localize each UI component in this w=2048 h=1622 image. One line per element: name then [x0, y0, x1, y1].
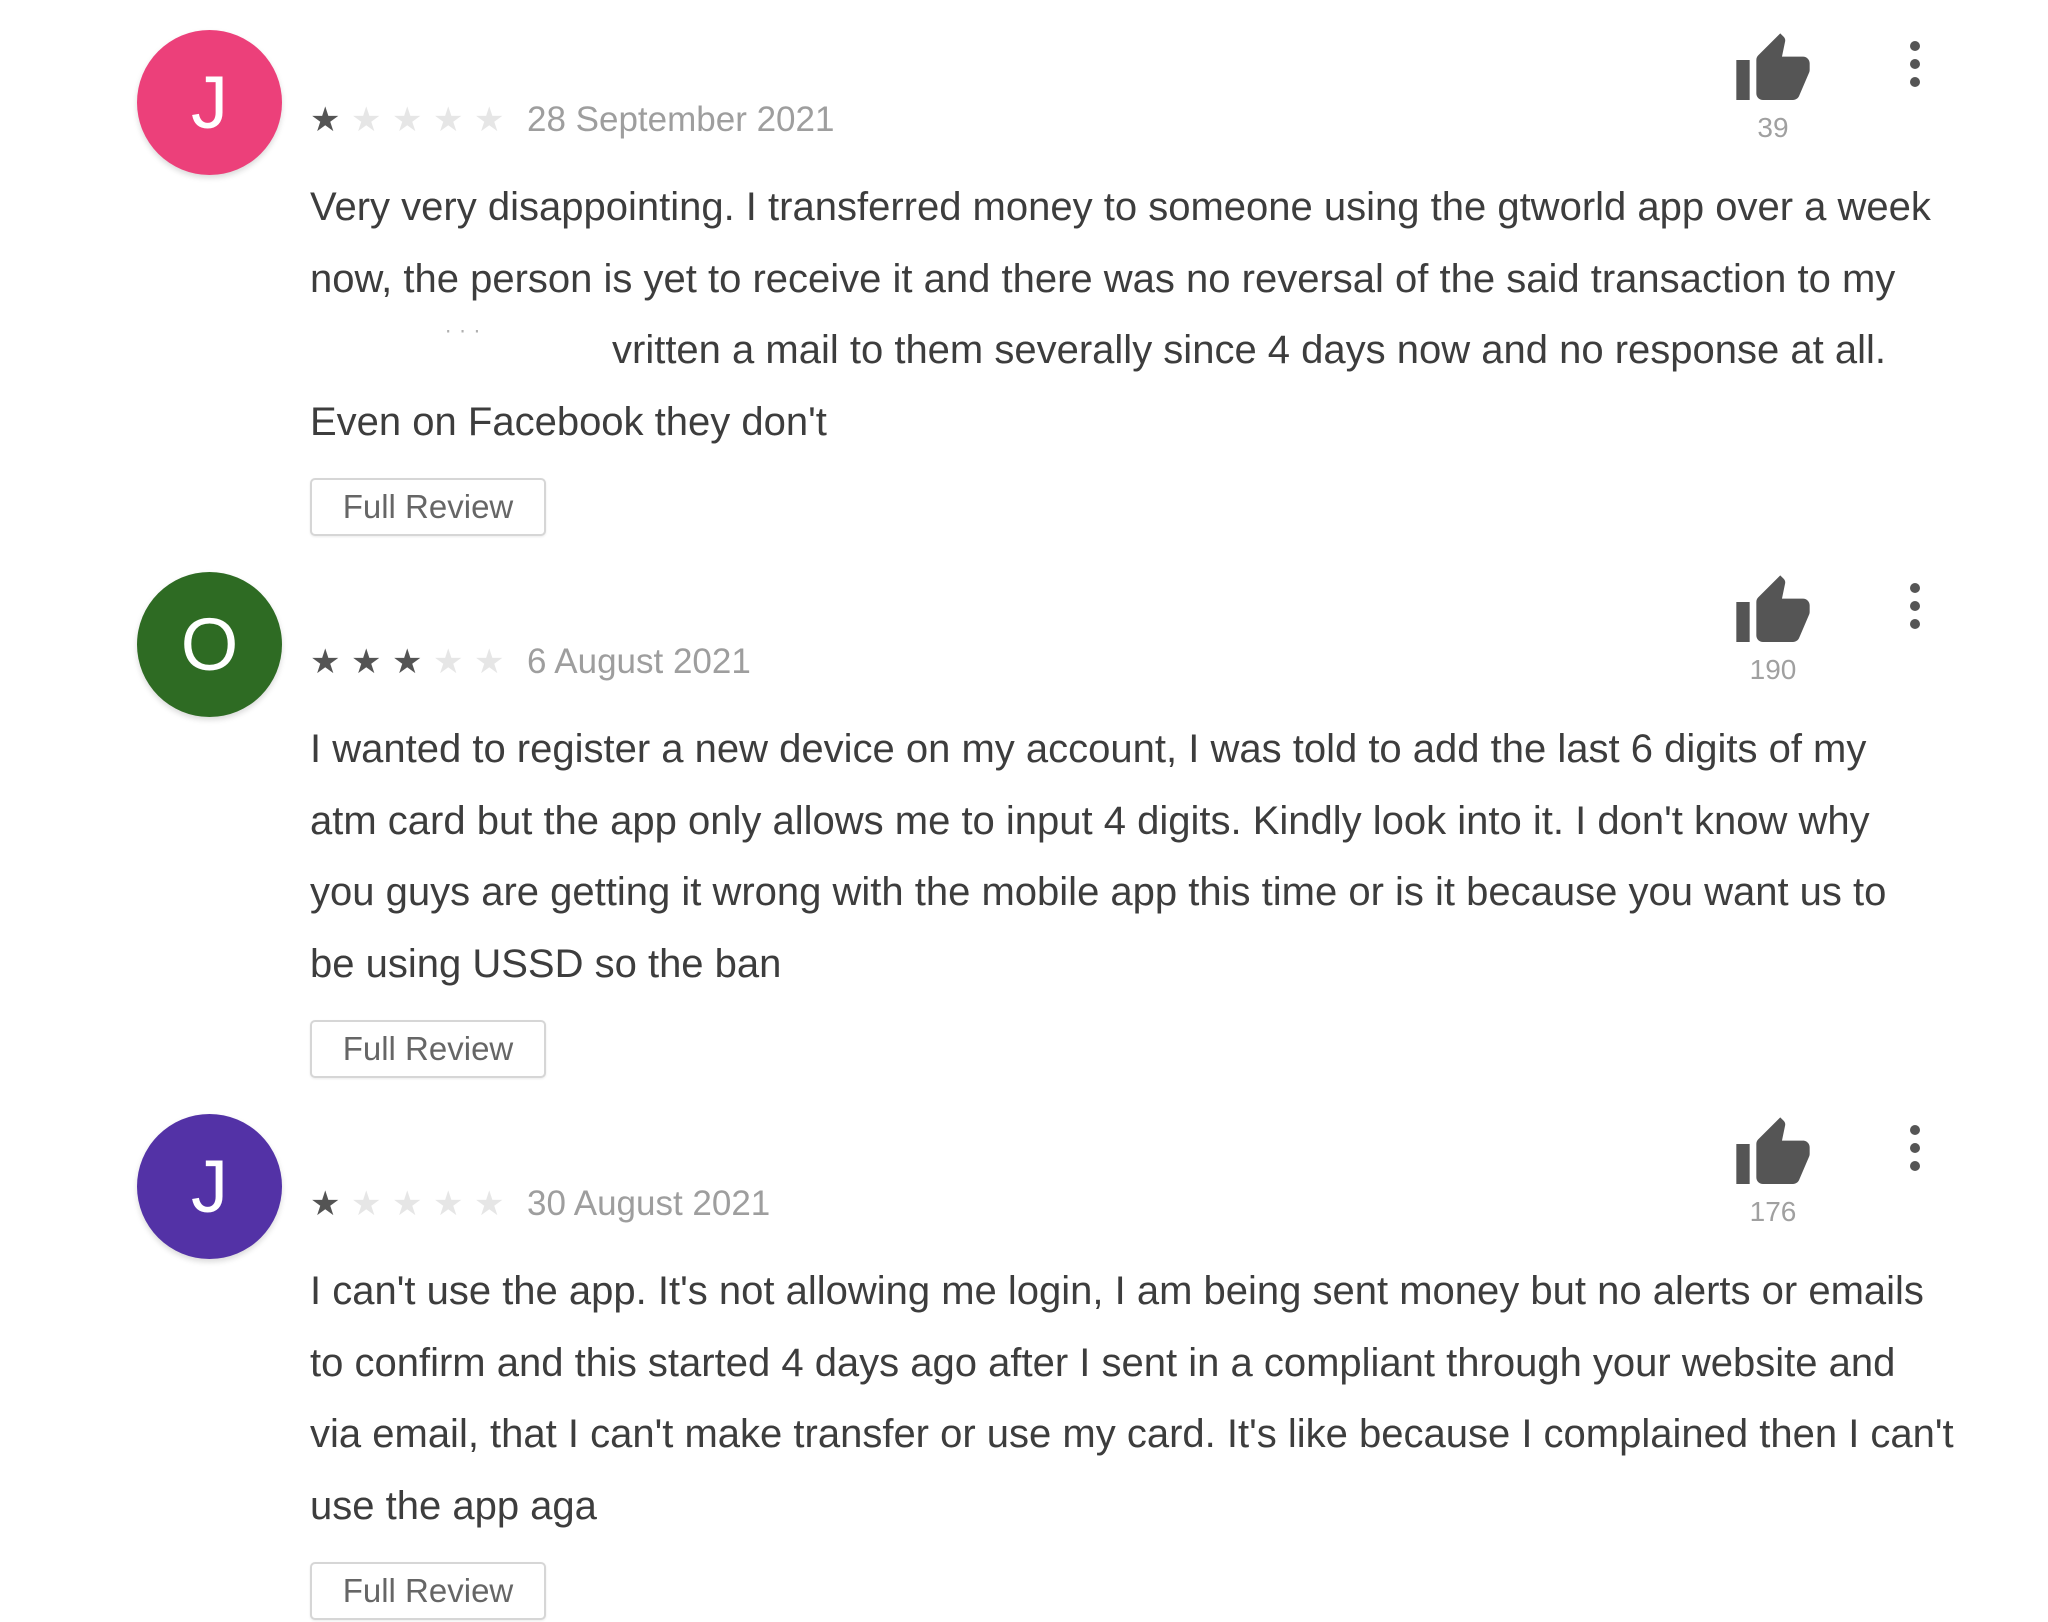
- star-icon-empty: ★: [351, 1184, 382, 1224]
- more-options-button[interactable]: [1895, 580, 1935, 640]
- review-text-line: to confirm and this started 4 days ago a…: [310, 1340, 1896, 1385]
- full-review-button[interactable]: Full Review: [310, 1020, 546, 1078]
- review-text-line: I can't use the app. It's not allowing m…: [310, 1269, 1924, 1313]
- star-rating: ★ ★ ★ ★ ★: [310, 640, 515, 684]
- more-vert-icon: [1910, 1125, 1920, 1171]
- thumbs-up-icon: [1736, 575, 1810, 642]
- star-icon-empty: ★: [474, 100, 505, 140]
- more-options-button[interactable]: [1895, 38, 1935, 98]
- helpful-button[interactable]: [1733, 572, 1813, 652]
- review-text-line: you guys are getting it wrong with the m…: [310, 870, 1887, 914]
- review-date: 28 September 2021: [527, 100, 835, 139]
- avatar[interactable]: O: [137, 572, 282, 717]
- star-icon-empty: ★: [474, 1184, 505, 1224]
- star-icon-filled: ★: [310, 100, 341, 140]
- star-icon-filled: ★: [310, 1184, 341, 1224]
- rating-row: ★ ★ ★ ★ ★ 28 September 2021: [310, 98, 834, 142]
- star-icon-empty: ★: [392, 100, 423, 140]
- star-icon-empty: ★: [433, 642, 464, 682]
- avatar[interactable]: J: [137, 1114, 282, 1259]
- review-text: I can't use the app. It's not allowing m…: [310, 1256, 2010, 1542]
- star-icon-empty: ★: [433, 100, 464, 140]
- star-rating: ★ ★ ★ ★ ★: [310, 1182, 515, 1226]
- thumbs-up-icon: [1736, 1117, 1810, 1184]
- rating-row: ★ ★ ★ ★ ★ 6 August 2021: [310, 640, 751, 684]
- review-text-line: ⋅⋅⋅ vritten a mail to them severally sinc…: [310, 315, 2010, 387]
- review-date: 30 August 2021: [527, 1184, 771, 1223]
- more-vert-icon: [1910, 41, 1920, 87]
- helpful-count: 39: [1757, 112, 1789, 143]
- helpful-button[interactable]: [1733, 30, 1813, 110]
- star-icon-filled: ★: [351, 642, 382, 682]
- review-text-line: Very very disappointing. I transferred m…: [310, 185, 1931, 229]
- review-text-fragment: vritten a mail to them severally since 4…: [612, 328, 1886, 372]
- reviews-list: J ★ ★ ★ ★ ★ 28 September 2021 39 Very ve…: [0, 0, 2048, 1622]
- review-text-line: be using USSD so the ban: [310, 941, 782, 986]
- review-text-line: atm card but the app only allows me to i…: [310, 798, 1870, 843]
- helpful-count: 190: [1749, 654, 1797, 685]
- full-review-button[interactable]: Full Review: [310, 478, 546, 536]
- star-icon-empty: ★: [474, 642, 505, 682]
- avatar[interactable]: J: [137, 30, 282, 175]
- review-text-line: Even on Facebook they don't: [310, 399, 827, 444]
- helpful-count: 176: [1749, 1196, 1797, 1227]
- star-icon-empty: ★: [392, 1184, 423, 1224]
- review-text-line: I wanted to register a new device on my …: [310, 727, 1867, 771]
- star-icon-empty: ★: [351, 100, 382, 140]
- star-icon-filled: ★: [310, 642, 341, 682]
- review-text-line: use the app aga: [310, 1483, 597, 1528]
- rating-row: ★ ★ ★ ★ ★ 30 August 2021: [310, 1182, 770, 1226]
- star-icon-empty: ★: [433, 1184, 464, 1224]
- star-rating: ★ ★ ★ ★ ★: [310, 98, 515, 142]
- review-text: Very very disappointing. I transferred m…: [310, 172, 2010, 458]
- helpful-button[interactable]: [1733, 1114, 1813, 1194]
- full-review-button[interactable]: Full Review: [310, 1562, 546, 1620]
- redacted-text: ⋅⋅⋅: [445, 321, 489, 343]
- review-text-line: now, the person is yet to receive it and…: [310, 256, 1896, 301]
- review-text-line: via email, that I can't make transfer or…: [310, 1412, 1954, 1456]
- review-date: 6 August 2021: [527, 642, 751, 681]
- thumbs-up-icon: [1736, 33, 1810, 101]
- star-icon-filled: ★: [392, 642, 423, 682]
- review-text: I wanted to register a new device on my …: [310, 714, 2010, 1000]
- more-vert-icon: [1910, 583, 1920, 629]
- more-options-button[interactable]: [1895, 1122, 1935, 1182]
